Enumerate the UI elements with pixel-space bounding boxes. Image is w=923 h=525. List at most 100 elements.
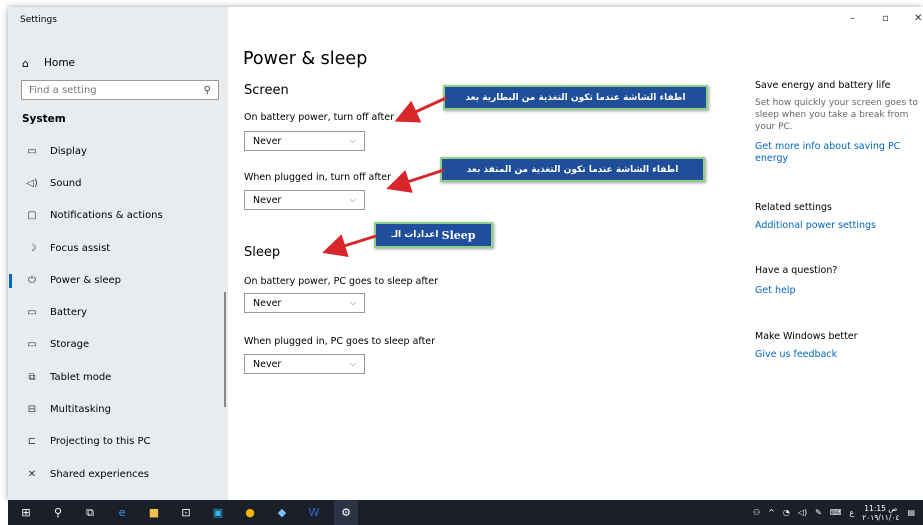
sidebar-item-notifications[interactable]: ▢ Notifications & actions xyxy=(8,200,228,232)
callout-battery-text: اطفاء الشاشة عندما تكون التغذية من البطا… xyxy=(465,92,686,103)
action-center-icon[interactable]: ▤ xyxy=(907,508,915,517)
close-button[interactable]: ✕ xyxy=(914,13,922,24)
battery-icon: ▭ xyxy=(27,307,37,319)
power-icon: ⏻ xyxy=(28,274,36,286)
sidebar-item-label: Sound xyxy=(50,177,82,189)
sidebar-item-projecting[interactable]: ⊏ Projecting to this PC xyxy=(8,426,228,458)
screen-plugged-label: When plugged in, turn off after xyxy=(244,172,392,183)
search-input[interactable]: Find a setting ⚲ xyxy=(21,80,219,100)
callout-plugged: اطفاء الشاشة عندما تكون التغذية من المنف… xyxy=(440,157,705,182)
people-icon[interactable]: ⚇ xyxy=(753,508,760,517)
chevron-down-icon: ⌵ xyxy=(349,136,356,145)
shared-icon: ✕ xyxy=(27,468,37,480)
sidebar-item-battery[interactable]: ▭ Battery xyxy=(8,296,228,328)
sidebar-item-label: Notifications & actions xyxy=(50,210,163,222)
sidebar-item-tablet-mode[interactable]: ⧉ Tablet mode xyxy=(8,361,228,393)
multitasking-icon: ⊟ xyxy=(27,404,37,416)
search-icon: ⚲ xyxy=(203,84,211,96)
chevron-down-icon: ⌵ xyxy=(349,359,356,368)
keyboard-icon[interactable]: ⌨ xyxy=(830,508,842,517)
save-energy-heading: Save energy and battery life xyxy=(755,80,891,91)
sidebar-item-display[interactable]: ▭ Display xyxy=(8,135,228,167)
app-icon[interactable]: ◆ xyxy=(270,500,294,525)
home-label: Home xyxy=(44,57,76,69)
minimize-button[interactable]: – xyxy=(850,13,855,24)
clock-date: ٢٠١٩/١١/٠٤ xyxy=(862,512,900,522)
sidebar-item-focus-assist[interactable]: ☽ Focus assist xyxy=(8,232,228,264)
screen-battery-label: On battery power, turn off after xyxy=(244,112,394,123)
network-icon[interactable]: ◔ xyxy=(783,508,790,517)
callout-sleep-prefix: اعدادات الـ xyxy=(391,230,439,240)
chrome-icon[interactable]: ● xyxy=(238,500,262,525)
sidebar-item-label: Storage xyxy=(50,339,90,351)
callout-plugged-text: اطفاء الشاشة عندما تكون التغذية من المنف… xyxy=(466,164,679,175)
search-placeholder: Find a setting xyxy=(29,84,97,96)
sidebar-item-label: Multitasking xyxy=(50,404,111,416)
edge-icon[interactable]: e xyxy=(110,500,134,525)
search-icon[interactable]: ⚲ xyxy=(46,500,70,525)
sleep-plugged-dropdown[interactable]: Never ⌵ xyxy=(244,354,365,374)
clock[interactable]: 11:15 ص ٢٠١٩/١١/٠٤ xyxy=(862,504,899,522)
screen-heading: Screen xyxy=(244,83,289,98)
callout-sleep: اعدادات الـ Sleep xyxy=(374,222,493,248)
sidebar-item-label: Tablet mode xyxy=(50,371,112,383)
sleep-heading: Sleep xyxy=(244,245,281,260)
chevron-down-icon: ⌵ xyxy=(349,195,356,204)
home-icon: ⌂ xyxy=(22,56,29,70)
store-icon[interactable]: ⊡ xyxy=(174,500,198,525)
get-help-link[interactable]: Get help xyxy=(755,285,915,297)
volume-icon[interactable]: ◁) xyxy=(798,508,807,517)
question-heading: Have a question? xyxy=(755,265,838,276)
taskbar: ⊞ ⚲ ⧉ e ■ ⊡ ▣ ● ◆ W ⚙ ⚇ ^ ◔ ◁) ✎ ⌨ ع 11:… xyxy=(8,500,923,525)
clock-time: 11:15 ص xyxy=(864,503,898,513)
sound-icon: ◁) xyxy=(26,177,38,189)
tablet-icon: ⧉ xyxy=(28,371,36,383)
settings-gear-icon[interactable]: ⚙ xyxy=(334,500,358,525)
start-windows-icon[interactable]: ⊞ xyxy=(14,500,38,525)
main-content: – ▫ ✕ Power & sleep Screen On battery po… xyxy=(228,7,923,500)
file-explorer-icon[interactable]: ■ xyxy=(142,500,166,525)
sidebar-item-label: Display xyxy=(50,145,87,157)
sidebar-item-label: Battery xyxy=(50,307,88,319)
system-tray: ⚇ ^ ◔ ◁) ✎ ⌨ ع 11:15 ص ٢٠١٩/١١/٠٤ ▤ xyxy=(753,500,915,525)
dropdown-value: Never xyxy=(253,358,282,370)
sidebar-item-sound[interactable]: ◁) Sound xyxy=(8,167,228,199)
related-settings-heading: Related settings xyxy=(755,202,832,213)
notifications-icon: ▢ xyxy=(27,210,37,222)
settings-window: Settings ⌂ Home Find a setting ⚲ System … xyxy=(8,7,923,500)
storage-icon: ▭ xyxy=(27,339,37,351)
section-title: System xyxy=(22,113,66,125)
sidebar: Settings ⌂ Home Find a setting ⚲ System … xyxy=(8,7,228,500)
screen-battery-dropdown[interactable]: Never ⌵ xyxy=(244,131,365,151)
screen-plugged-dropdown[interactable]: Never ⌵ xyxy=(244,190,365,210)
language-indicator[interactable]: ع xyxy=(849,508,854,517)
sidebar-item-label: Focus assist xyxy=(50,242,111,254)
sleep-battery-dropdown[interactable]: Never ⌵ xyxy=(244,293,365,313)
photoshop-icon[interactable]: ▣ xyxy=(206,500,230,525)
pen-icon[interactable]: ✎ xyxy=(815,508,822,517)
dropdown-value: Never xyxy=(253,194,282,206)
sidebar-item-power-sleep[interactable]: ⏻ Power & sleep xyxy=(8,264,228,296)
sidebar-item-shared-experiences[interactable]: ✕ Shared experiences xyxy=(8,458,228,490)
feedback-link[interactable]: Give us feedback xyxy=(755,349,915,361)
save-energy-text: Set how quickly your screen goes to slee… xyxy=(755,98,919,132)
sidebar-scrollbar[interactable] xyxy=(224,292,226,407)
callout-sleep-word: Sleep xyxy=(441,228,476,242)
save-energy-link[interactable]: Get more info about saving PC energy xyxy=(755,141,915,165)
projecting-icon: ⊏ xyxy=(27,436,37,448)
callout-battery: اطفاء الشاشة عندما تكون التغذية من البطا… xyxy=(443,85,708,110)
sidebar-item-label: Shared experiences xyxy=(50,468,150,480)
additional-power-link[interactable]: Additional power settings xyxy=(755,220,915,232)
home-nav-item[interactable]: ⌂ Home xyxy=(22,53,75,73)
chevron-up-icon[interactable]: ^ xyxy=(768,508,775,517)
sidebar-item-multitasking[interactable]: ⊟ Multitasking xyxy=(8,393,228,425)
word-icon[interactable]: W xyxy=(302,500,326,525)
dropdown-value: Never xyxy=(253,135,282,147)
app-title: Settings xyxy=(20,15,57,25)
sidebar-item-storage[interactable]: ▭ Storage xyxy=(8,329,228,361)
dropdown-value: Never xyxy=(253,297,282,309)
moon-icon: ☽ xyxy=(27,242,37,254)
maximize-button[interactable]: ▫ xyxy=(882,13,889,24)
sidebar-nav: ▭ Display ◁) Sound ▢ Notifications & act… xyxy=(8,135,228,490)
task-view-icon[interactable]: ⧉ xyxy=(78,500,102,525)
